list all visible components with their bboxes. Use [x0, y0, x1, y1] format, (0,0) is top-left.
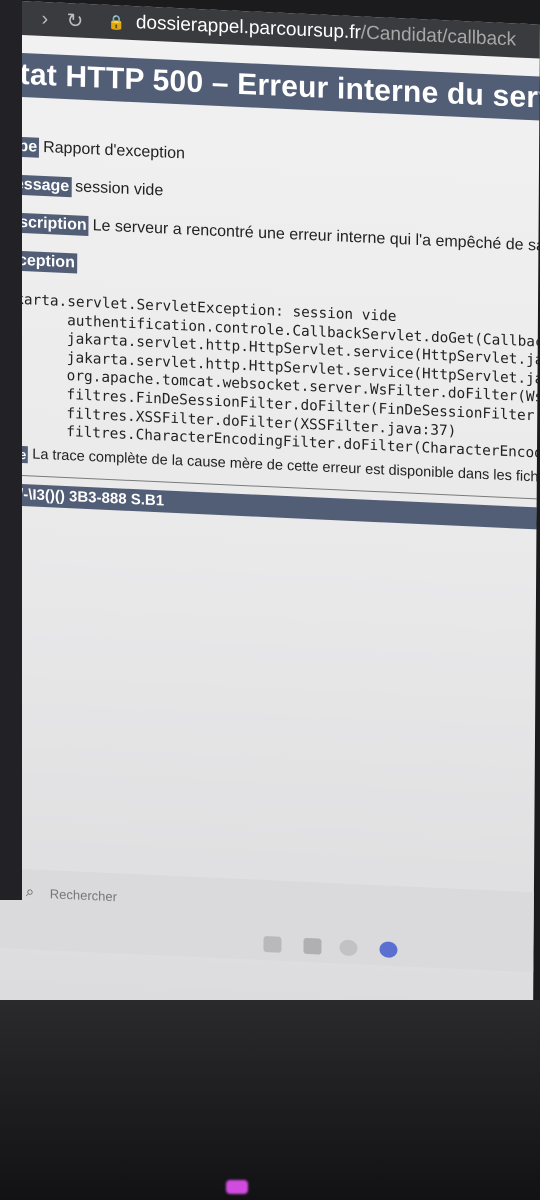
monitor-screen: ‹ › ↻ 🔒 dossierappel.parcoursup.fr/Candi…: [0, 0, 540, 1025]
error-page: État HTTP 500 – Erreur interne du serveu…: [0, 51, 540, 531]
taskbar-search-input[interactable]: Rechercher: [50, 886, 117, 904]
server-footer: I\I/-\I3()() 3B3-888 S.B1: [0, 482, 540, 531]
url-path: /Candidat/callback: [360, 22, 517, 51]
edge-icon[interactable]: [379, 941, 398, 959]
lock-icon[interactable]: 🔒: [108, 13, 126, 31]
keyboard-light: [226, 1180, 248, 1194]
message-value: session vide: [75, 178, 164, 200]
chevron-right-icon[interactable]: ›: [30, 7, 60, 31]
monitor-frame: [0, 1000, 540, 1200]
folder-icon[interactable]: [303, 937, 322, 955]
stack-trace: jakarta.servlet.ServletException: sessio…: [0, 290, 540, 465]
message-row: message session vide: [0, 173, 540, 219]
description-row: description Le serveur a rencontré une e…: [0, 211, 540, 261]
monitor-bezel: [0, 0, 22, 900]
taskbar: ⌕ Rechercher: [0, 867, 540, 974]
url-field[interactable]: dossierappel.parcoursup.fr/Candidat/call…: [136, 12, 516, 51]
chrome-icon[interactable]: [339, 939, 358, 957]
taskview-icon[interactable]: [263, 935, 282, 953]
type-value: Rapport d'exception: [43, 138, 186, 163]
browser-address-bar: ‹ › ↻ 🔒 dossierappel.parcoursup.fr/Candi…: [0, 0, 540, 59]
page-title: État HTTP 500 – Erreur interne du serveu…: [0, 51, 540, 122]
description-value: Le serveur a rencontré une erreur intern…: [92, 217, 540, 260]
url-host: dossierappel.parcoursup.fr: [135, 12, 361, 44]
search-icon[interactable]: ⌕: [26, 883, 35, 900]
reload-icon[interactable]: ↻: [60, 7, 90, 33]
exception-row: exception: [0, 249, 540, 295]
type-row: Type Rapport d'exception: [0, 135, 540, 181]
